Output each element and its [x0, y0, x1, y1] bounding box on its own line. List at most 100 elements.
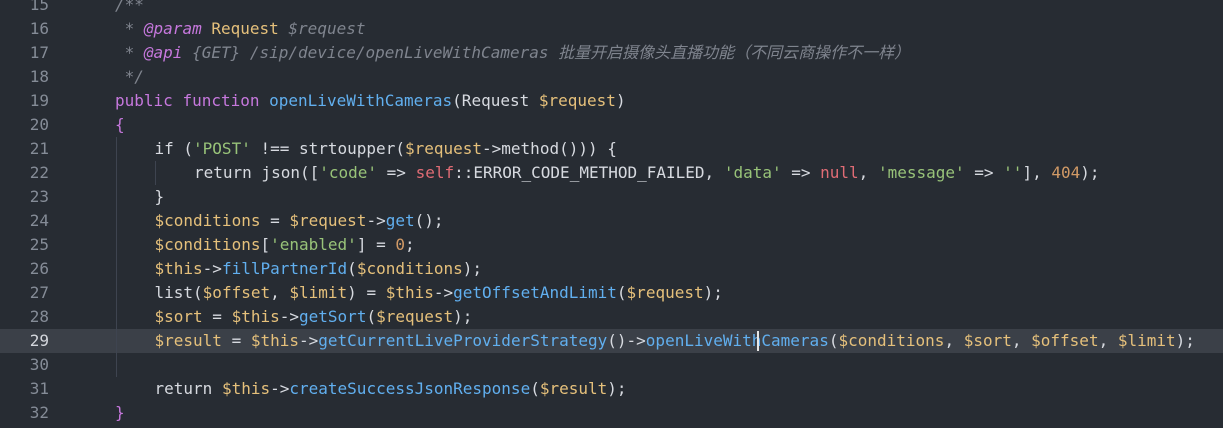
code-token: -> — [270, 379, 290, 398]
code-line[interactable]: 23} — [0, 185, 1223, 209]
code-token: } — [115, 403, 125, 422]
line-number: 15 — [29, 0, 49, 14]
line-code: } — [115, 401, 125, 425]
code-line[interactable]: 21 if ('POST' !== strtoupper($request->me… — [0, 137, 1223, 161]
code-token: [ — [260, 235, 271, 254]
code-line[interactable]: 16 * @param Request $request — [0, 17, 1223, 41]
code-token: ], — [1022, 163, 1052, 182]
code-token: get — [385, 211, 415, 230]
code-line[interactable]: 28 $sort = $this->getSort($request); — [0, 305, 1223, 329]
code-token: */ — [115, 67, 144, 86]
line-number: 27 — [29, 283, 49, 302]
line-code: * @param Request $request — [115, 17, 366, 41]
code-token: fillPartnerId — [221, 259, 348, 278]
code-token: public — [115, 91, 173, 110]
code-token: => — [964, 163, 1004, 182]
code-token: list( — [154, 283, 203, 302]
code-token: function — [182, 91, 260, 110]
code-token: json([ — [251, 163, 320, 182]
line-code: return $this->createSuccessJsonResponse(… — [155, 377, 627, 401]
line-number: 23 — [29, 187, 49, 206]
code-token: (); — [414, 211, 444, 230]
line-number: 17 — [29, 43, 49, 62]
code-token: $request — [376, 307, 454, 326]
code-token: 'enabled' — [270, 235, 357, 254]
code-token: , — [944, 331, 964, 350]
code-token: $conditions — [154, 211, 261, 230]
line-number: 25 — [29, 235, 49, 254]
code-token: ); — [462, 259, 483, 278]
code-token: $this — [154, 259, 203, 278]
code-token: 404 — [1051, 163, 1081, 182]
code-token: $limit — [289, 283, 348, 302]
code-token: (Request — [452, 91, 539, 110]
code-token: !== strtoupper( — [250, 139, 405, 158]
code-token: -> — [299, 331, 319, 350]
code-token: = — [260, 211, 290, 230]
code-line[interactable]: 29 $result = $this->getCurrentLiveProvide… — [0, 329, 1223, 353]
code-token: $request — [626, 283, 704, 302]
code-token: $conditions — [838, 331, 945, 350]
indent-guide — [155, 161, 156, 185]
code-token: ( — [530, 379, 540, 398]
code-token: '' — [1003, 163, 1023, 182]
code-token: @param — [143, 19, 202, 38]
line-number: 26 — [29, 259, 49, 278]
code-line[interactable]: 19 public function openLiveWithCameras(Re… — [0, 89, 1223, 113]
code-token: 'message' — [877, 163, 965, 182]
indent-guide — [116, 137, 117, 377]
line-code: list($offset, $limit) = $this->getOffset… — [155, 281, 723, 305]
code-token: $request — [404, 139, 483, 158]
code-token: 'POST' — [193, 139, 251, 158]
code-token: return — [154, 379, 213, 398]
code-token: -> — [433, 283, 454, 302]
code-line[interactable]: 18 */ — [0, 65, 1223, 89]
code-token: $this — [250, 331, 300, 350]
code-token: -> — [202, 259, 222, 278]
code-token: getSort — [299, 307, 367, 326]
code-line[interactable]: 30 — [0, 353, 1223, 377]
code-token: {GET} /sip/device/openLiveWithCameras 批量… — [182, 43, 911, 62]
code-token: ); — [453, 307, 473, 326]
code-token: Request — [211, 19, 279, 38]
code-line[interactable]: 20 { — [0, 113, 1223, 137]
code-line[interactable]: 15 /** — [0, 0, 1223, 17]
code-token: ); — [607, 379, 627, 398]
line-number: 19 — [29, 91, 49, 110]
code-token: $offset — [1031, 331, 1099, 350]
code-line[interactable]: 26 $this->fillPartnerId($conditions); — [0, 257, 1223, 281]
line-code: * @api {GET} /sip/device/openLiveWithCam… — [115, 41, 911, 65]
code-line[interactable]: 31 return $this->createSuccessJsonRespons… — [0, 377, 1223, 401]
line-code: $conditions = $request->get(); — [155, 209, 444, 233]
code-token: => — [781, 163, 821, 182]
code-line[interactable]: 25 $conditions['enabled'] = 0; — [0, 233, 1223, 257]
code-token: ) = — [347, 283, 386, 302]
code-token: } — [154, 187, 165, 206]
code-line[interactable]: 27 list($offset, $limit) = $this->getOffs… — [0, 281, 1223, 305]
text-caret — [757, 331, 759, 351]
line-code: { — [115, 113, 125, 137]
code-line[interactable]: 22 return json(['code' => self::ERROR_COD… — [0, 161, 1223, 185]
code-token: ); — [1175, 331, 1195, 350]
code-token: $request — [278, 19, 366, 38]
line-number: 24 — [29, 211, 49, 230]
code-token: { — [115, 115, 125, 134]
code-token: return — [194, 163, 252, 182]
line-number: 20 — [29, 115, 49, 134]
code-token: openLiveWithCameras — [269, 91, 453, 110]
code-line[interactable]: 24 $conditions = $request->get(); — [0, 209, 1223, 233]
code-line[interactable]: 17 * @api {GET} /sip/device/openLiveWith… — [0, 41, 1223, 65]
code-token: $request — [289, 211, 367, 230]
code-token: $sort — [963, 331, 1012, 350]
code-line[interactable]: 32} — [0, 401, 1223, 425]
code-token: 'code' — [319, 163, 378, 182]
code-editor[interactable]: 15/** 16 * @param Request $request 17 * @a… — [0, 0, 1223, 428]
line-number: 32 — [29, 403, 49, 422]
code-token: $limit — [1117, 331, 1176, 350]
code-token: $conditions — [356, 259, 463, 278]
code-token: ->method())) { — [482, 139, 617, 158]
code-token: ] = — [356, 235, 396, 254]
